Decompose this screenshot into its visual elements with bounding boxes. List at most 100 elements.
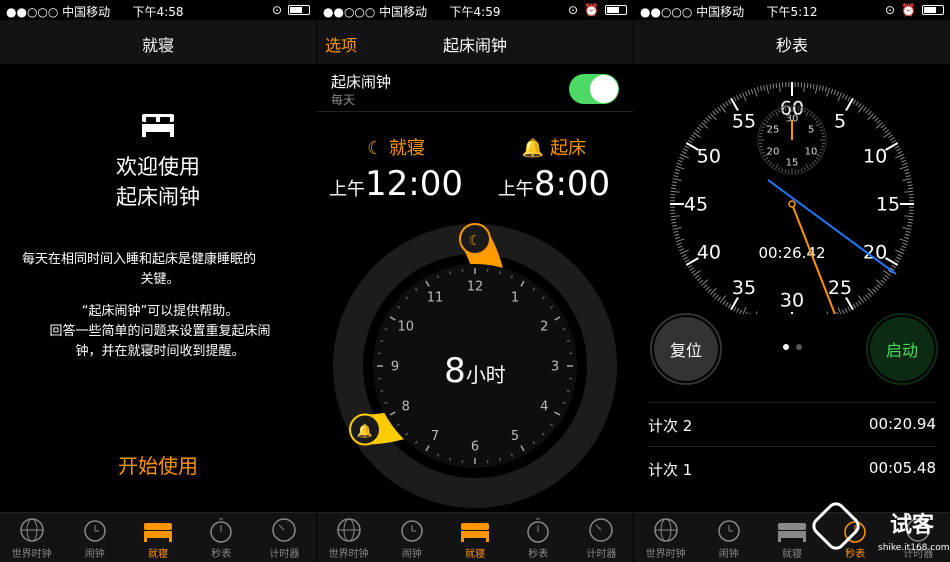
moon-icon: ☾ — [367, 138, 384, 159]
page-dot-active[interactable] — [782, 344, 789, 350]
tab-bedtime[interactable]: 就寝 — [443, 513, 506, 562]
nav-bar: 秒表 — [634, 20, 950, 64]
tick-mark — [696, 277, 702, 282]
tick-mark — [384, 401, 388, 405]
bell-icon: 🔔 — [521, 138, 545, 159]
tick-mark — [717, 296, 722, 302]
tick-mark — [830, 88, 834, 94]
status-bar: ●●○○○ 中国移动 下午5:12 ⊙ ⏰ — [634, 0, 950, 20]
tick-mark — [902, 227, 912, 230]
tick-mark — [904, 215, 914, 218]
tab-stopwatch[interactable]: 秒表 — [507, 513, 570, 562]
tick-mark — [691, 134, 696, 139]
tick-mark — [674, 168, 680, 172]
page-dot[interactable] — [795, 344, 802, 350]
tab-timer[interactable]: 计时器 — [570, 513, 633, 562]
tick-mark — [778, 167, 781, 171]
tick-mark — [874, 286, 879, 291]
bedtime-value[interactable]: 上午12:00 — [317, 164, 475, 204]
tab-world-clock[interactable]: 世界时钟 — [634, 513, 697, 562]
tick-mark — [680, 249, 689, 255]
orientation-lock-icon: ⊙ — [567, 3, 579, 17]
tick-mark — [865, 108, 870, 114]
tick-mark — [899, 248, 905, 252]
tick-mark — [684, 259, 690, 263]
help-text: “起床闹钟”可以提供帮助。 回答一些简单的问题来设置重复起床闹 钟，并在就寝时间… — [49, 304, 271, 359]
tick-mark — [761, 126, 765, 129]
globe-icon — [336, 518, 361, 542]
tick-mark — [862, 296, 867, 302]
tick-mark — [759, 132, 763, 135]
orientation-lock-icon: ⊙ — [884, 3, 896, 17]
dial-number: 8 — [402, 400, 410, 415]
tick-mark — [857, 103, 862, 108]
tick-mark — [670, 218, 677, 221]
start-button[interactable]: 启动 — [866, 313, 938, 385]
tick-mark — [674, 236, 680, 240]
tab-timer[interactable]: 计时器 — [253, 513, 316, 562]
tick-mark — [742, 307, 747, 314]
dial-number: 10 — [805, 147, 818, 158]
tick-mark — [904, 168, 910, 172]
tick-mark — [826, 87, 831, 97]
tab-bedtime[interactable]: 就寝 — [126, 513, 189, 562]
tab-alarm[interactable]: 闹钟 — [697, 513, 760, 562]
tick-mark — [756, 86, 760, 92]
tick-mark — [698, 279, 704, 284]
bedtime-switch[interactable] — [569, 74, 619, 104]
tick-mark — [906, 224, 913, 227]
tick-mark — [775, 111, 779, 116]
tick-mark — [448, 271, 452, 275]
tick-mark — [671, 181, 678, 184]
tick-mark — [562, 327, 566, 331]
tick-mark — [707, 115, 712, 120]
tick-mark — [847, 96, 851, 102]
tick-mark — [841, 309, 845, 314]
dial-number: 6 — [471, 440, 479, 455]
tab-stopwatch[interactable]: 秒表 — [190, 513, 253, 562]
tick-mark — [824, 86, 828, 92]
dial-number: 10 — [863, 146, 887, 168]
tick-mark — [687, 264, 693, 269]
tab-bar: 世界时钟 闹钟 就寝 秒表 计时器 — [0, 512, 316, 562]
tab-alarm[interactable]: 闹钟 — [63, 513, 126, 562]
orientation-lock-icon: ⊙ — [271, 3, 282, 17]
tab-world-clock[interactable]: 世界时钟 — [0, 513, 63, 562]
tick-mark — [784, 169, 787, 173]
tick-mark — [889, 137, 895, 141]
alarm-icon: ⏰ — [901, 3, 916, 17]
tab-alarm[interactable]: 闹钟 — [380, 513, 443, 562]
timer-icon — [272, 518, 297, 542]
tick-mark — [675, 238, 685, 243]
bedtime-alarm-screen: ●●○○○ 中国移动 下午4:59 ⊙ ⏰ 选项 起床闹钟 起床闹钟 每天 ☾ … — [317, 0, 633, 562]
tick-mark — [436, 275, 440, 279]
tick-mark — [844, 95, 848, 100]
tick-mark — [907, 187, 914, 190]
tab-world-clock[interactable]: 世界时钟 — [317, 513, 380, 562]
tick-mark — [894, 259, 900, 263]
status-bar: ●●○○○ 中国移动 下午4:58 ⊙ — [0, 0, 316, 20]
tick-mark — [847, 306, 851, 312]
dial-number: 35 — [732, 277, 756, 299]
tick-mark — [819, 151, 823, 154]
tick-mark — [899, 238, 909, 243]
tick-mark — [816, 120, 819, 123]
tick-mark — [772, 113, 775, 116]
tick-mark — [691, 269, 696, 274]
dial-number: 30 — [780, 290, 804, 312]
tick-mark — [803, 167, 806, 171]
tick-mark — [753, 87, 758, 97]
digital-time: 00:26.42 — [758, 244, 825, 262]
stopwatch-icon — [210, 518, 232, 543]
tick-mark — [836, 91, 840, 97]
tick-mark — [712, 110, 717, 116]
tick-mark — [722, 300, 727, 305]
tick-mark — [884, 129, 890, 134]
wake-value[interactable]: 上午8:00 — [475, 164, 633, 204]
tick-mark — [684, 145, 690, 149]
tick-mark — [689, 267, 695, 271]
tick-mark — [895, 153, 904, 159]
tick-mark — [510, 275, 514, 279]
tick-mark — [769, 115, 773, 118]
get-started-button[interactable]: 开始使用 — [0, 450, 316, 479]
